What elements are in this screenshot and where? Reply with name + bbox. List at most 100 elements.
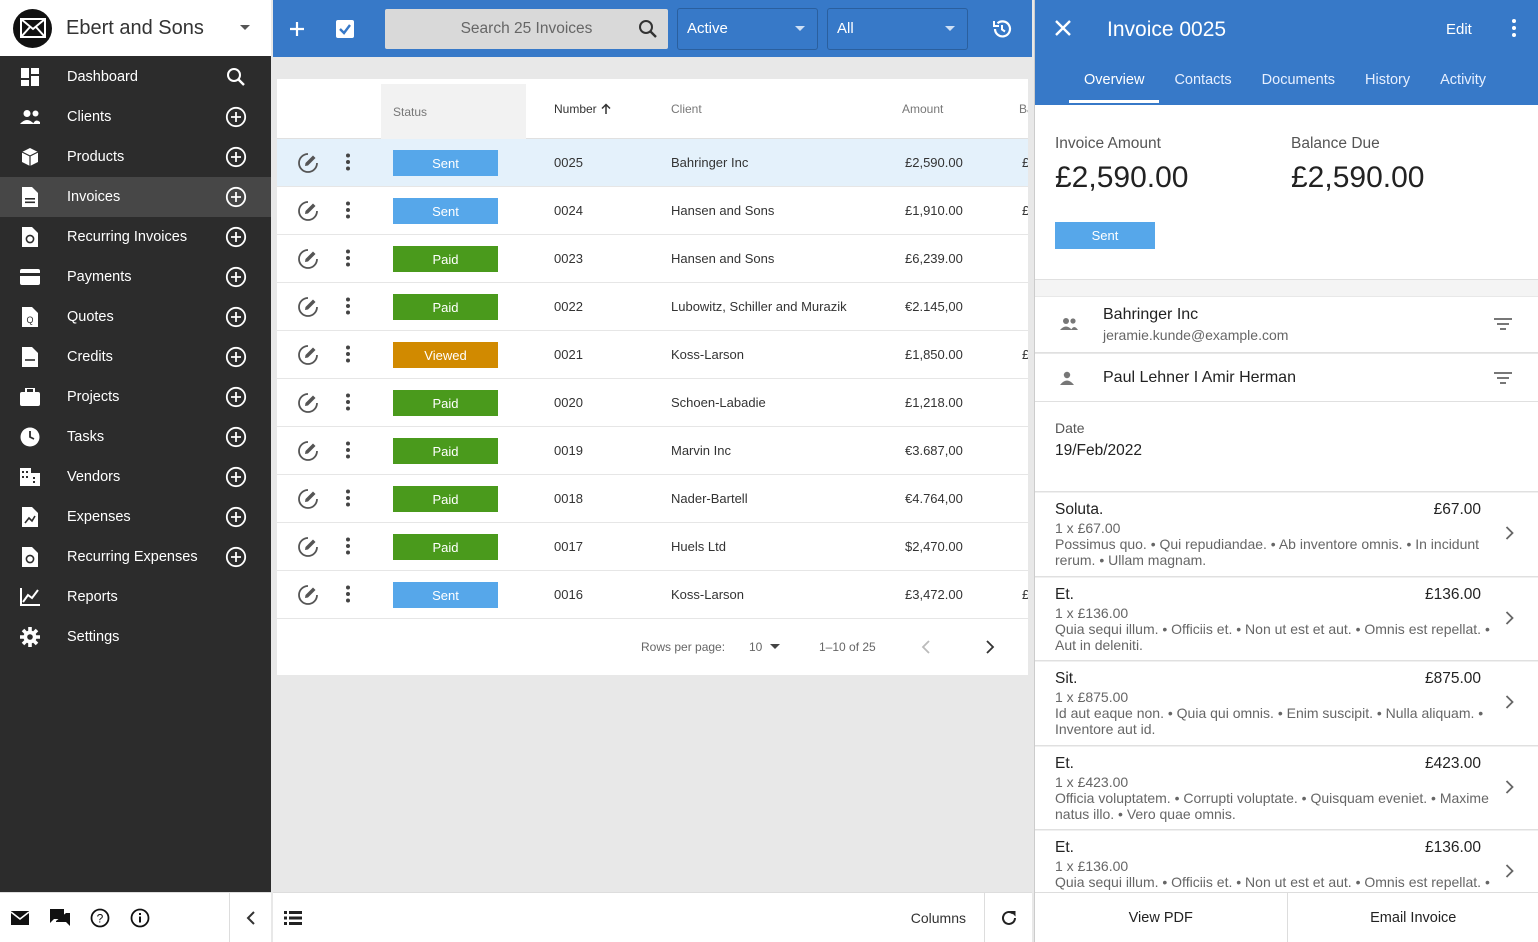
- client-name[interactable]: Koss-Larson: [671, 587, 744, 602]
- edit-icon[interactable]: [297, 488, 319, 510]
- edit-icon[interactable]: [297, 248, 319, 270]
- line-item[interactable]: Et. £136.00 1 x £136.00 Quia sequi illum. •…: [1035, 830, 1538, 897]
- more-vert-icon[interactable]: [345, 249, 351, 267]
- info-icon[interactable]: [120, 898, 160, 938]
- more-vert-icon[interactable]: [345, 345, 351, 363]
- edit-icon[interactable]: [297, 296, 319, 318]
- sidebar-item-tasks[interactable]: Tasks: [0, 417, 271, 457]
- close-icon[interactable]: [1053, 18, 1073, 38]
- line-item[interactable]: Soluta. £67.00 1 x £67.00 Possimus quo. • Q…: [1035, 492, 1538, 577]
- line-item[interactable]: Et. £423.00 1 x £423.00 Officia voluptatem.…: [1035, 745, 1538, 830]
- add-circle-icon[interactable]: [225, 386, 247, 408]
- add-circle-icon[interactable]: [225, 466, 247, 488]
- edit-button[interactable]: Edit: [1446, 21, 1472, 38]
- table-row[interactable]: Paid 0023 Hansen and Sons £6,239.00: [277, 235, 1028, 283]
- table-row[interactable]: Sent 0024 Hansen and Sons £1,910.00 £: [277, 187, 1028, 235]
- client-name[interactable]: Koss-Larson: [671, 347, 744, 362]
- table-row[interactable]: Sent 0025 Bahringer Inc £2,590.00 £: [277, 139, 1028, 187]
- columns-button[interactable]: Columns: [911, 910, 966, 926]
- more-vert-icon[interactable]: [345, 153, 351, 171]
- sidebar-item-vendors[interactable]: Vendors: [0, 457, 271, 497]
- add-circle-icon[interactable]: [225, 226, 247, 248]
- line-item[interactable]: Sit. £875.00 1 x £875.00 Id aut eaque non. …: [1035, 661, 1538, 746]
- more-vert-icon[interactable]: [345, 585, 351, 603]
- table-row[interactable]: Paid 0020 Schoen-Labadie £1,218.00: [277, 379, 1028, 427]
- company-selector[interactable]: Ebert and Sons: [0, 0, 271, 57]
- add-invoice-button[interactable]: [273, 0, 321, 57]
- client-name[interactable]: Bahringer Inc: [671, 155, 748, 170]
- more-vert-icon[interactable]: [345, 489, 351, 507]
- more-vert-icon[interactable]: [345, 441, 351, 459]
- search-input[interactable]: Search 25 Invoices: [385, 8, 668, 49]
- sidebar-item-reports[interactable]: Reports: [0, 577, 271, 617]
- edit-icon[interactable]: [297, 440, 319, 462]
- tab-contacts[interactable]: Contacts: [1159, 62, 1246, 103]
- edit-icon[interactable]: [297, 392, 319, 414]
- tab-documents[interactable]: Documents: [1247, 62, 1350, 103]
- list-view-icon[interactable]: [273, 893, 313, 942]
- sidebar-item-clients[interactable]: Clients: [0, 97, 271, 137]
- column-header-number[interactable]: Number: [554, 102, 612, 116]
- next-page-button[interactable]: [985, 640, 995, 654]
- tab-history[interactable]: History: [1350, 62, 1425, 103]
- status-filter-dropdown[interactable]: All: [827, 7, 968, 50]
- sidebar-item-recurring-invoices[interactable]: Recurring Invoices: [0, 217, 271, 257]
- add-circle-icon[interactable]: [225, 426, 247, 448]
- column-header-client[interactable]: Client: [671, 102, 702, 116]
- add-circle-icon[interactable]: [225, 266, 247, 288]
- client-row[interactable]: Bahringer Inc jeramie.kunde@example.com: [1035, 296, 1538, 353]
- client-name[interactable]: Huels Ltd: [671, 539, 726, 554]
- more-vert-icon[interactable]: [345, 297, 351, 315]
- more-vert-icon[interactable]: [345, 537, 351, 555]
- sidebar-item-quotes[interactable]: Q Quotes: [0, 297, 271, 337]
- sidebar-item-credits[interactable]: Credits: [0, 337, 271, 377]
- edit-icon[interactable]: [297, 152, 319, 174]
- sidebar-item-expenses[interactable]: Expenses: [0, 497, 271, 537]
- add-circle-icon[interactable]: [225, 106, 247, 128]
- client-name[interactable]: Schoen-Labadie: [671, 395, 766, 410]
- chat-icon[interactable]: [40, 898, 80, 938]
- add-circle-icon[interactable]: [225, 146, 247, 168]
- column-header-status[interactable]: Status: [381, 84, 526, 139]
- previous-page-button[interactable]: [921, 640, 931, 654]
- tab-overview[interactable]: Overview: [1069, 62, 1160, 103]
- state-filter-dropdown[interactable]: Active: [677, 7, 818, 50]
- rows-per-page-select[interactable]: 10: [749, 640, 781, 654]
- filter-icon[interactable]: [1494, 372, 1512, 384]
- edit-icon[interactable]: [297, 536, 319, 558]
- chevron-down-icon[interactable]: [239, 24, 251, 32]
- add-circle-icon[interactable]: [225, 306, 247, 328]
- line-item[interactable]: Et. £136.00 1 x £136.00 Quia sequi illum. •…: [1035, 576, 1538, 661]
- table-row[interactable]: Paid 0019 Marvin Inc €3.687,00: [277, 427, 1028, 475]
- column-header-balance[interactable]: Ba: [1019, 102, 1028, 116]
- table-row[interactable]: Paid 0017 Huels Ltd $2,470.00: [277, 523, 1028, 571]
- select-multiple-button[interactable]: [321, 0, 369, 57]
- filter-icon[interactable]: [1494, 318, 1512, 330]
- refresh-button[interactable]: [984, 892, 1032, 942]
- sidebar-item-recurring-expenses[interactable]: Recurring Expenses: [0, 537, 271, 577]
- client-name[interactable]: Marvin Inc: [671, 443, 731, 458]
- table-row[interactable]: Paid 0018 Nader-Bartell €4.764,00: [277, 475, 1028, 523]
- client-name[interactable]: Hansen and Sons: [671, 251, 774, 266]
- add-circle-icon[interactable]: [225, 186, 247, 208]
- more-vert-icon[interactable]: [345, 201, 351, 219]
- more-vert-icon[interactable]: [1510, 18, 1518, 38]
- mail-icon[interactable]: [0, 898, 40, 938]
- view-pdf-button[interactable]: View PDF: [1035, 893, 1287, 942]
- edit-icon[interactable]: [297, 344, 319, 366]
- contact-row[interactable]: Paul Lehner I Amir Herman: [1035, 353, 1538, 402]
- client-name[interactable]: Hansen and Sons: [671, 203, 774, 218]
- sidebar-item-settings[interactable]: Settings: [0, 617, 271, 657]
- table-row[interactable]: Viewed 0021 Koss-Larson £1,850.00 £: [277, 331, 1028, 379]
- tab-activity[interactable]: Activity: [1425, 62, 1501, 103]
- client-name[interactable]: Nader-Bartell: [671, 491, 748, 506]
- collapse-sidebar-button[interactable]: [229, 892, 271, 942]
- edit-icon[interactable]: [297, 584, 319, 606]
- add-circle-icon[interactable]: [225, 546, 247, 568]
- client-name[interactable]: Lubowitz, Schiller and Murazik: [671, 299, 847, 314]
- sidebar-item-dashboard[interactable]: Dashboard: [0, 57, 271, 97]
- add-circle-icon[interactable]: [225, 346, 247, 368]
- help-icon[interactable]: ?: [80, 898, 120, 938]
- table-row[interactable]: Sent 0016 Koss-Larson £3,472.00 £: [277, 571, 1028, 619]
- sidebar-item-payments[interactable]: Payments: [0, 257, 271, 297]
